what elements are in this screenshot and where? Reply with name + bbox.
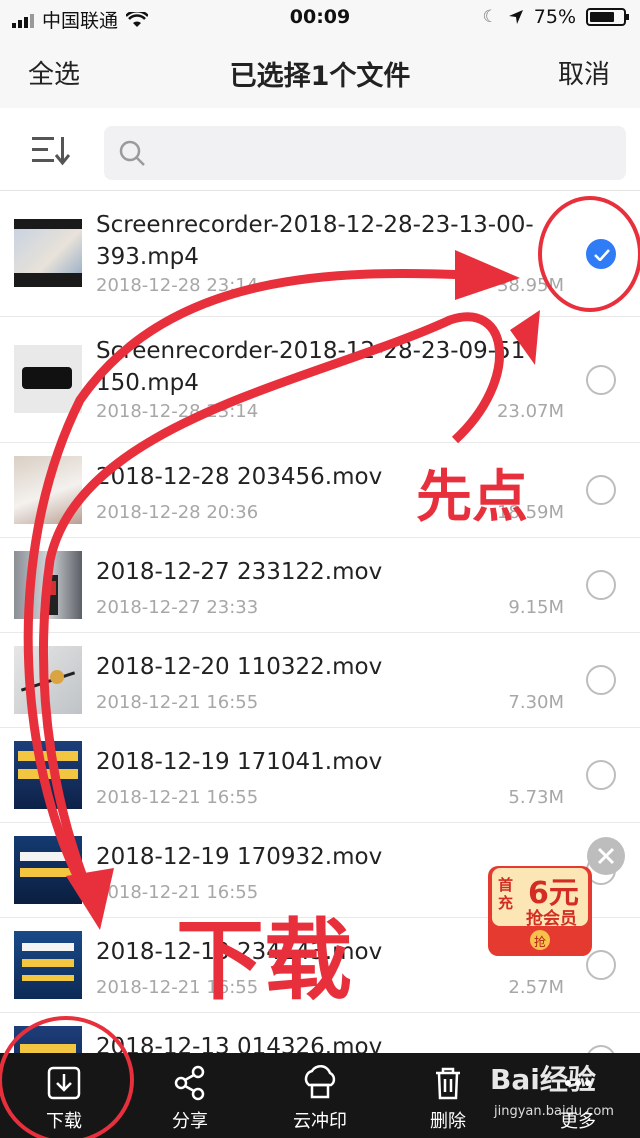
promo-grab-vip: 抢会员 (526, 909, 577, 929)
file-row[interactable]: 2018-12-13 014326.mov (0, 1013, 640, 1053)
video-thumbnail (14, 646, 82, 714)
file-date: 2018-12-27 23:33 (96, 597, 259, 618)
video-thumbnail (14, 836, 82, 904)
file-row[interactable]: Screenrecorder-2018-12-28-23-13-00-393.m… (0, 191, 640, 317)
file-size: 18.59M (496, 502, 564, 523)
cancel-button[interactable]: 取消 (558, 54, 610, 91)
checkmark-icon (594, 248, 610, 261)
file-name: 2018-12-13 234143.mov (96, 939, 383, 965)
file-row[interactable]: 2018-12-20 110322.mov 2018-12-21 16:55 7… (0, 633, 640, 728)
file-row[interactable]: 2018-12-19 171041.mov 2018-12-21 16:55 5… (0, 728, 640, 823)
file-size: 38.95M (496, 275, 564, 296)
battery-fill (590, 12, 614, 22)
download-icon (47, 1066, 81, 1100)
battery-icon (586, 8, 629, 26)
share-label: 分享 (172, 1111, 208, 1132)
list-toolbar (0, 108, 640, 191)
checkbox-checked[interactable] (586, 238, 616, 269)
video-thumbnail (14, 551, 82, 619)
file-name: 2018-12-28 203456.mov (96, 464, 383, 490)
close-icon (597, 847, 615, 865)
download-button[interactable]: 下载 (14, 1053, 114, 1138)
checkbox[interactable] (586, 1045, 616, 1053)
file-name: 2018-12-20 110322.mov (96, 654, 383, 680)
file-row[interactable]: 2018-12-28 203456.mov 2018-12-28 20:36 1… (0, 443, 640, 538)
file-size: 7.30M (508, 692, 564, 713)
file-size: 23.07M (496, 401, 564, 422)
nav-bar: 全选 已选择1个文件 取消 (0, 36, 640, 108)
video-thumbnail (14, 219, 82, 287)
status-right: ☾ 75% (482, 6, 629, 28)
promo-grab-badge: 抢 (533, 935, 546, 949)
vip-promo-badge[interactable]: 首充 6元 抢会员 抢 (486, 862, 594, 958)
file-date: 2018-12-21 16:55 (96, 787, 259, 808)
baidu-jingyan-watermark: Bai经验 (490, 1063, 596, 1096)
watermark-url: jingyan.baidu.com (494, 1104, 614, 1119)
checkbox[interactable] (586, 760, 616, 790)
search-field[interactable] (104, 126, 626, 182)
delete-button[interactable]: 删除 (398, 1053, 498, 1138)
share-icon (174, 1065, 205, 1101)
checkbox[interactable] (586, 665, 616, 695)
promo-close-button[interactable] (587, 837, 625, 875)
select-all-button[interactable]: 全选 (28, 54, 80, 91)
checkbox[interactable] (586, 475, 616, 505)
file-name: 2018-12-19 171041.mov (96, 749, 383, 775)
file-name: 2018-12-19 170932.mov (96, 844, 383, 870)
cloud-print-button[interactable]: 云冲印 (270, 1053, 370, 1138)
cloud-print-label: 云冲印 (293, 1111, 347, 1132)
search-icon (119, 140, 145, 166)
delete-label: 删除 (430, 1111, 466, 1132)
file-date: 2018-12-21 16:55 (96, 882, 259, 903)
checkbox[interactable] (586, 364, 616, 395)
file-size: 5.73M (508, 787, 564, 808)
file-date: 2018-12-28 23:14 (96, 275, 259, 296)
file-date: 2018-12-21 16:55 (96, 977, 259, 998)
video-thumbnail (14, 456, 82, 524)
file-size: 9.15M (508, 597, 564, 618)
file-size: 2.57M (508, 977, 564, 998)
share-button[interactable]: 分享 (140, 1053, 240, 1138)
moon-icon: ☾ (482, 7, 498, 27)
file-name: 2018-12-27 233122.mov (96, 559, 383, 585)
file-row[interactable]: Screenrecorder-2018-12-28-23-09-51-150.m… (0, 317, 640, 443)
cloud-print-icon (304, 1064, 336, 1099)
file-date: 2018-12-21 16:55 (96, 692, 259, 713)
file-name: Screenrecorder-2018-12-28-23-09-51-150.m… (96, 338, 534, 396)
page-title: 已选择1个文件 (229, 61, 411, 92)
video-thumbnail (14, 741, 82, 809)
sort-icon[interactable] (30, 134, 70, 166)
trash-icon (436, 1067, 460, 1100)
download-label: 下载 (46, 1111, 82, 1132)
video-thumbnail (14, 1026, 82, 1053)
location-arrow-icon (508, 10, 523, 24)
promo-first-charge: 首充 (498, 876, 514, 912)
search-input[interactable] (154, 126, 618, 182)
video-thumbnail (14, 931, 82, 999)
file-date: 2018-12-28 23:14 (96, 401, 259, 422)
battery-percent: 75% (533, 6, 576, 28)
status-bar: 中国联通 00:09 ☾ 75% (0, 0, 640, 36)
file-name: 2018-12-13 014326.mov (96, 1034, 383, 1053)
checkbox[interactable] (586, 570, 616, 600)
file-row[interactable]: 2018-12-27 233122.mov 2018-12-27 23:33 9… (0, 538, 640, 633)
file-name: Screenrecorder-2018-12-28-23-13-00-393.m… (96, 212, 534, 270)
video-thumbnail (14, 345, 82, 413)
file-date: 2018-12-28 20:36 (96, 502, 259, 523)
